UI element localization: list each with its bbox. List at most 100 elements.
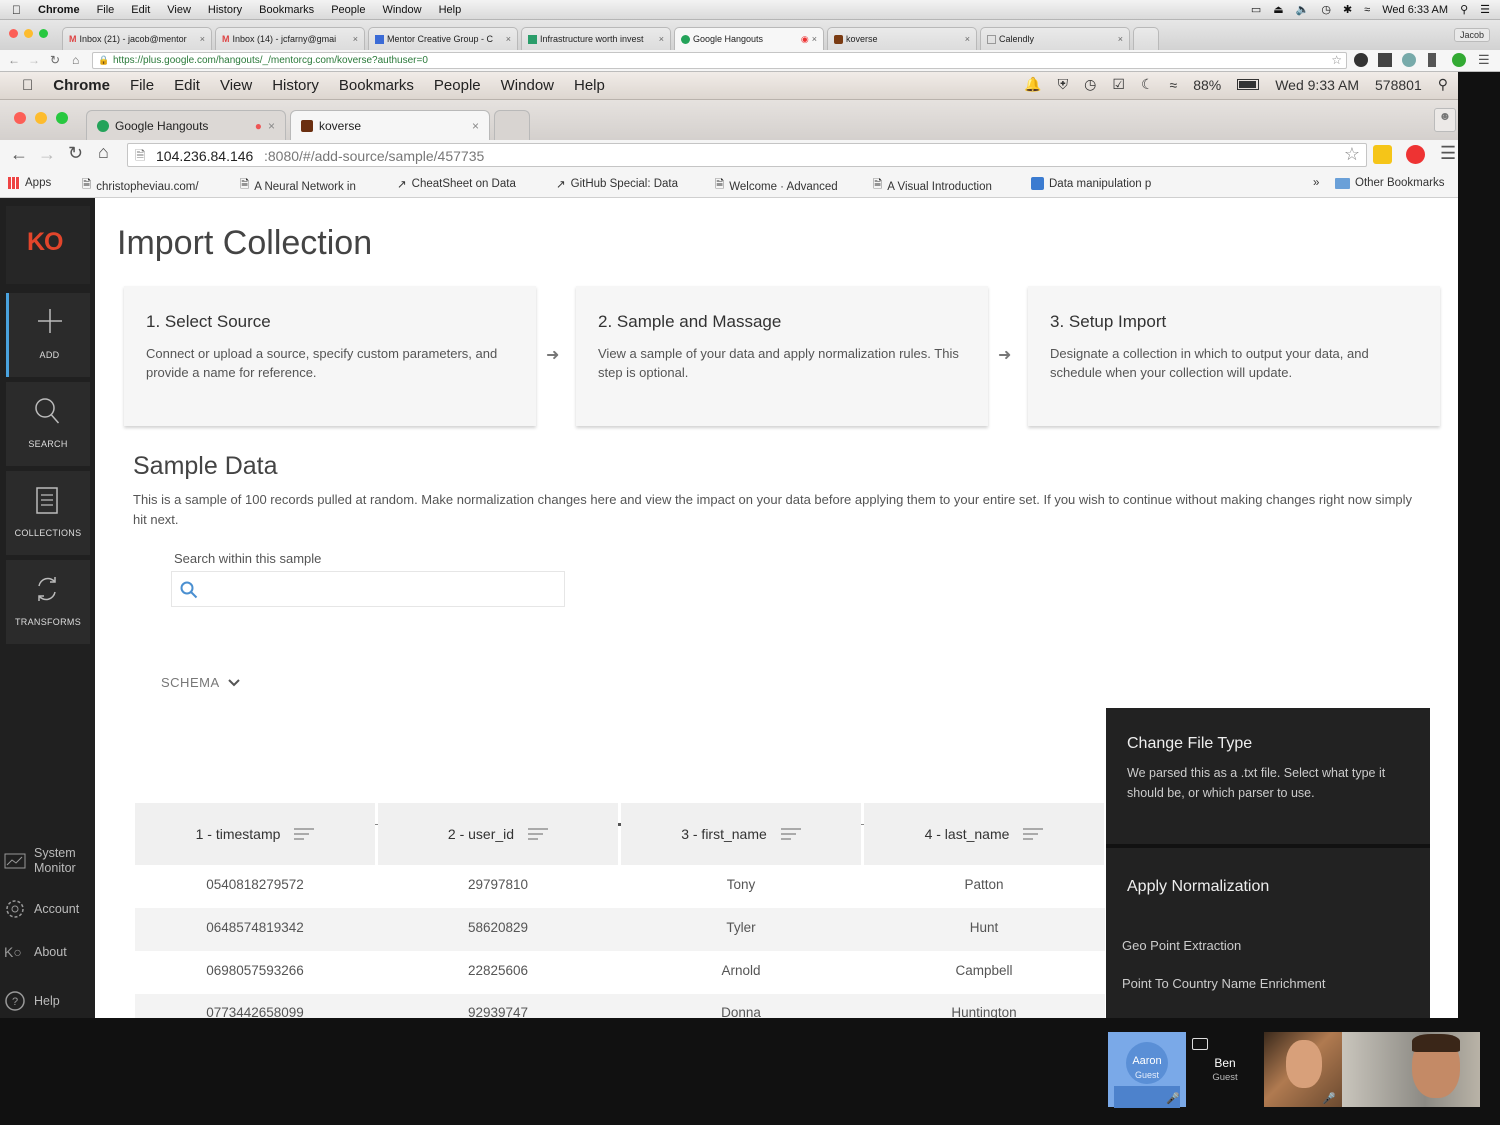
sidebar-item-account[interactable]: Account xyxy=(4,898,79,920)
inner-menu-help[interactable]: Help xyxy=(574,77,605,94)
step-card-sample-massage[interactable]: 2. Sample and Massage View a sample of y… xyxy=(576,286,988,426)
sidebar-item-system-monitor[interactable]: System Monitor xyxy=(4,846,84,876)
outer-menu-view[interactable]: View xyxy=(167,4,191,16)
sidebar-item-add[interactable]: ADD xyxy=(6,293,90,377)
new-tab-button[interactable] xyxy=(494,110,530,140)
outer-menu-help[interactable]: Help xyxy=(439,4,462,16)
outer-close-window-button[interactable] xyxy=(9,29,18,38)
outer-tab-active[interactable]: Google Hangouts ◉ × xyxy=(674,27,824,50)
inner-clock[interactable]: Wed 9:33 AM xyxy=(1275,77,1359,93)
forward-icon[interactable]: → xyxy=(38,144,56,165)
checkbox-icon[interactable]: ☑ xyxy=(1112,76,1125,93)
outer-menu-file[interactable]: File xyxy=(97,4,115,16)
spotlight-icon[interactable]: ⚲ xyxy=(1460,3,1468,16)
time-machine-icon[interactable]: ◷ xyxy=(1321,3,1331,16)
outer-profile-button[interactable]: Jacob xyxy=(1453,28,1490,42)
bookmark-apps[interactable]: Apps xyxy=(8,177,51,189)
participant-video[interactable]: 🎤 xyxy=(1264,1032,1342,1107)
close-icon[interactable]: × xyxy=(1118,34,1123,44)
profile-icon[interactable]: ☻ xyxy=(1434,108,1456,132)
shield-icon[interactable]: ⛨ xyxy=(1058,76,1069,93)
inner-menu-window[interactable]: Window xyxy=(501,77,554,94)
inner-menu-people[interactable]: People xyxy=(434,77,481,94)
bookmark-item[interactable]: Data manipulation p xyxy=(1031,177,1151,190)
inner-app-menu[interactable]: Chrome xyxy=(53,77,110,94)
column-menu-icon[interactable] xyxy=(780,825,801,843)
close-icon[interactable]: × xyxy=(965,34,970,44)
koverse-logo[interactable]: KO xyxy=(6,206,90,284)
apple-icon[interactable]:  xyxy=(12,3,21,17)
step-card-select-source[interactable]: 1. Select Source Connect or upload a sou… xyxy=(124,286,536,426)
extension-icon[interactable] xyxy=(1402,53,1416,67)
close-icon[interactable]: × xyxy=(353,34,358,44)
notification-center-icon[interactable]: ☰ xyxy=(1480,3,1490,16)
outer-menu-history[interactable]: History xyxy=(208,4,242,16)
step-card-setup-import[interactable]: 3. Setup Import Designate a collection i… xyxy=(1028,286,1440,426)
outer-tab[interactable]: M Inbox (21) - jacob@mentor × xyxy=(62,27,212,50)
outer-minimize-window-button[interactable] xyxy=(24,29,33,38)
close-icon[interactable]: × xyxy=(200,34,205,44)
wifi-icon[interactable]: ≈ xyxy=(1364,4,1370,16)
back-icon[interactable]: ← xyxy=(8,53,20,67)
outer-zoom-window-button[interactable] xyxy=(39,29,48,38)
outer-tab[interactable]: Mentor Creative Group - C × xyxy=(368,27,518,50)
battery-percent[interactable]: 88% xyxy=(1193,77,1221,93)
bluetooth-icon[interactable]: ✱ xyxy=(1343,3,1352,16)
outer-menu-edit[interactable]: Edit xyxy=(131,4,150,16)
outer-tab[interactable]: M Inbox (14) - jcfarny@gmai × xyxy=(215,27,365,50)
close-icon[interactable]: × xyxy=(659,34,664,44)
table-row[interactable]: 0698057593266 22825606 Arnold Campbell xyxy=(135,951,1105,994)
schema-toggle[interactable]: SCHEMA xyxy=(161,675,240,690)
back-icon[interactable]: ← xyxy=(10,144,28,165)
bookmark-star-icon[interactable]: ☆ xyxy=(1331,53,1342,67)
normalization-option[interactable]: Geo Point Extraction xyxy=(1122,938,1241,953)
airplay-icon[interactable]: ▭ xyxy=(1251,3,1261,16)
outer-tab[interactable]: koverse × xyxy=(827,27,977,50)
bookmark-item[interactable]: 🗎 A Visual Introduction xyxy=(873,177,992,196)
adblock-icon[interactable] xyxy=(1406,145,1425,164)
inner-menu-bookmarks[interactable]: Bookmarks xyxy=(339,77,414,94)
inner-url-bar[interactable]: 🗎 104.236.84.146 :8080/#/add-source/samp… xyxy=(127,143,1367,167)
sidebar-item-about[interactable]: K○ About xyxy=(4,944,67,960)
inner-zoom-window-button[interactable] xyxy=(56,112,68,124)
inner-menu-history[interactable]: History xyxy=(272,77,319,94)
bell-icon[interactable]: 🔔 xyxy=(1024,76,1041,93)
close-icon[interactable]: × xyxy=(268,119,275,133)
extension-icon[interactable] xyxy=(1428,53,1436,67)
column-header-first-name[interactable]: 3 - first_name xyxy=(621,803,861,865)
new-tab-button[interactable] xyxy=(1133,27,1159,50)
outer-menu-people[interactable]: People xyxy=(331,4,365,16)
moon-icon[interactable]: ☾ xyxy=(1141,76,1154,93)
close-icon[interactable]: × xyxy=(472,119,479,133)
inner-counter[interactable]: 578801 xyxy=(1375,77,1422,93)
extension-icon[interactable] xyxy=(1378,53,1392,67)
spotlight-icon[interactable]: ⚲ xyxy=(1438,76,1448,93)
table-row[interactable]: 0773442658099 92939747 Donna Huntington xyxy=(135,994,1105,1018)
bookmark-item[interactable]: ↗ GitHub Special: Data xyxy=(556,177,678,191)
outer-tab[interactable]: Infrastructure worth invest × xyxy=(521,27,671,50)
column-header-timestamp[interactable]: 1 - timestamp xyxy=(135,803,375,865)
table-row[interactable]: 0540818279572 29797810 Tony Patton xyxy=(135,865,1105,908)
inner-minimize-window-button[interactable] xyxy=(35,112,47,124)
extension-icon[interactable] xyxy=(1354,53,1368,67)
outer-clock[interactable]: Wed 6:33 AM xyxy=(1382,4,1448,16)
sidebar-item-help[interactable]: ? Help xyxy=(4,990,60,1012)
reload-icon[interactable]: ↻ xyxy=(50,53,60,67)
time-machine-icon[interactable]: ◷ xyxy=(1084,76,1096,93)
sample-search-input[interactable] xyxy=(171,571,565,607)
outer-menu-bookmarks[interactable]: Bookmarks xyxy=(259,4,314,16)
normalization-option[interactable]: Point To Country Name Enrichment xyxy=(1122,976,1326,991)
column-header-user-id[interactable]: 2 - user_id xyxy=(378,803,618,865)
close-icon[interactable]: × xyxy=(506,34,511,44)
bookmark-item[interactable]: 🗎 A Neural Network in xyxy=(240,177,356,196)
table-row[interactable]: 0648574819342 58620829 Tyler Hunt xyxy=(135,908,1105,951)
inner-menu-file[interactable]: File xyxy=(130,77,154,94)
sidebar-item-transforms[interactable]: TRANSFORMS xyxy=(6,560,90,644)
bookmark-item[interactable]: 🗎 Welcome · Advanced xyxy=(715,177,838,196)
other-bookmarks-folder[interactable]: Other Bookmarks xyxy=(1335,177,1444,189)
menu-icon[interactable]: ☰ xyxy=(1440,143,1456,164)
menu-icon[interactable]: ☰ xyxy=(1478,52,1490,68)
sidebar-item-search[interactable]: SEARCH xyxy=(6,382,90,466)
column-header-last-name[interactable]: 4 - last_name xyxy=(864,803,1104,865)
outer-menu-window[interactable]: Window xyxy=(382,4,421,16)
